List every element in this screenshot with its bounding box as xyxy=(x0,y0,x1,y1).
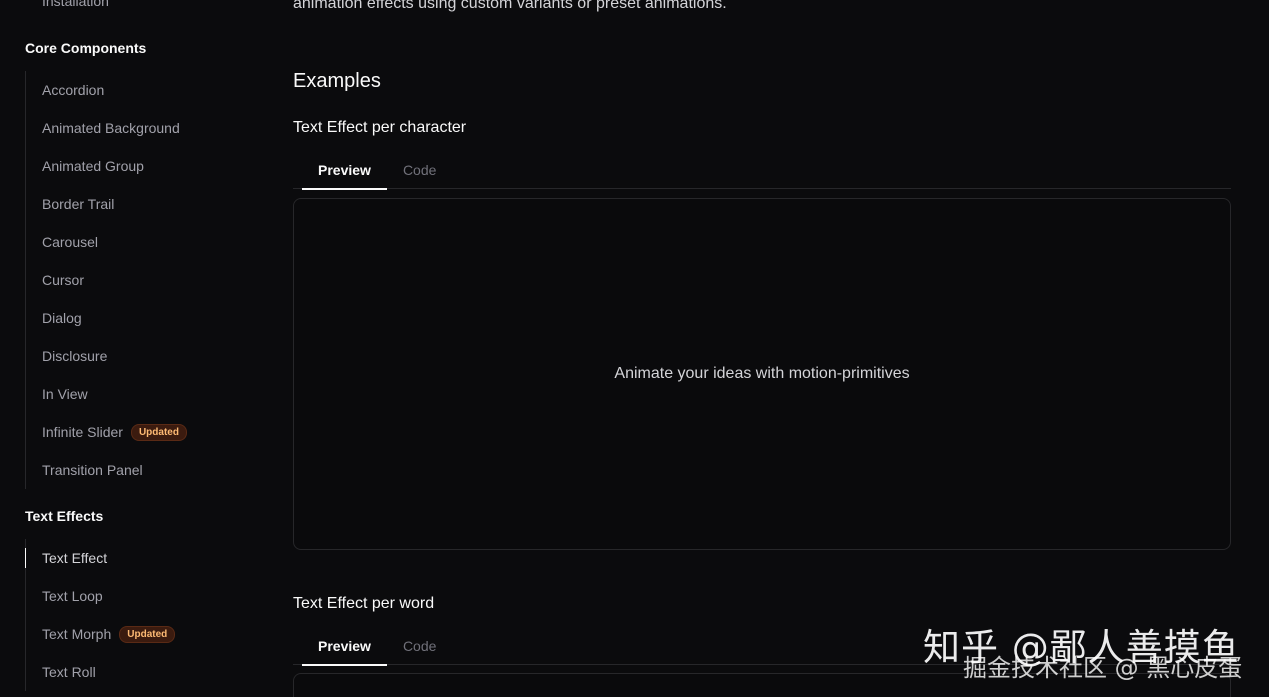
preview-panel: Animate your ideas with motion-primitive… xyxy=(293,198,1231,550)
sidebar-item-installation[interactable]: Installation xyxy=(42,0,109,9)
tab-code[interactable]: Code xyxy=(387,627,452,665)
sidebar-item-animated-group[interactable]: Animated Group xyxy=(26,147,187,185)
sidebar-item-text-loop[interactable]: Text Loop xyxy=(26,577,175,615)
main-content: animation effects using custom variants … xyxy=(293,0,1231,697)
watermark-juejin: 掘金技术社区 @ 黑心皮蛋 xyxy=(963,654,1243,682)
sidebar-item-transition-panel[interactable]: Transition Panel xyxy=(26,451,187,489)
sidebar-item-text-morph[interactable]: Text Morph Updated xyxy=(26,615,176,653)
example-tabs: Preview Code xyxy=(293,151,1231,190)
sidebar: Installation Core Components Accordion A… xyxy=(0,0,262,697)
sidebar-item-border-trail[interactable]: Border Trail xyxy=(26,185,187,223)
sidebar-group-title-core-components: Core Components xyxy=(25,40,147,56)
tab-preview[interactable]: Preview xyxy=(302,627,387,666)
sidebar-item-text-effect[interactable]: Text Effect xyxy=(24,539,175,577)
sidebar-item-disclosure[interactable]: Disclosure xyxy=(26,337,187,375)
sidebar-item-animated-background[interactable]: Animated Background xyxy=(26,109,187,147)
sidebar-item-cursor[interactable]: Cursor xyxy=(26,261,187,299)
intro-text: animation effects using custom variants … xyxy=(293,0,727,12)
sidebar-group-title-text-effects: Text Effects xyxy=(25,508,104,524)
sidebar-item-dialog[interactable]: Dialog xyxy=(26,299,187,337)
example-title: Text Effect per word xyxy=(293,595,435,612)
example-title: Text Effect per character xyxy=(293,119,467,136)
sidebar-item-text-roll[interactable]: Text Roll xyxy=(26,653,175,691)
updated-badge: Updated xyxy=(130,423,187,441)
sidebar-item-in-view[interactable]: In View xyxy=(26,375,187,413)
sidebar-list-text-effects: Text Effect Text Loop Text Morph Updated … xyxy=(24,539,176,691)
sidebar-item-accordion[interactable]: Accordion xyxy=(26,71,187,109)
sidebar-item-infinite-slider[interactable]: Infinite Slider Updated xyxy=(26,413,187,451)
tab-preview[interactable]: Preview xyxy=(302,151,387,190)
updated-badge: Updated xyxy=(119,625,176,643)
sidebar-item-carousel[interactable]: Carousel xyxy=(26,223,187,261)
examples-heading: Examples xyxy=(293,70,381,92)
preview-text: Animate your ideas with motion-primitive… xyxy=(614,365,910,382)
sidebar-list-core-components: Accordion Animated Background Animated G… xyxy=(25,71,187,489)
tab-code[interactable]: Code xyxy=(387,151,452,189)
